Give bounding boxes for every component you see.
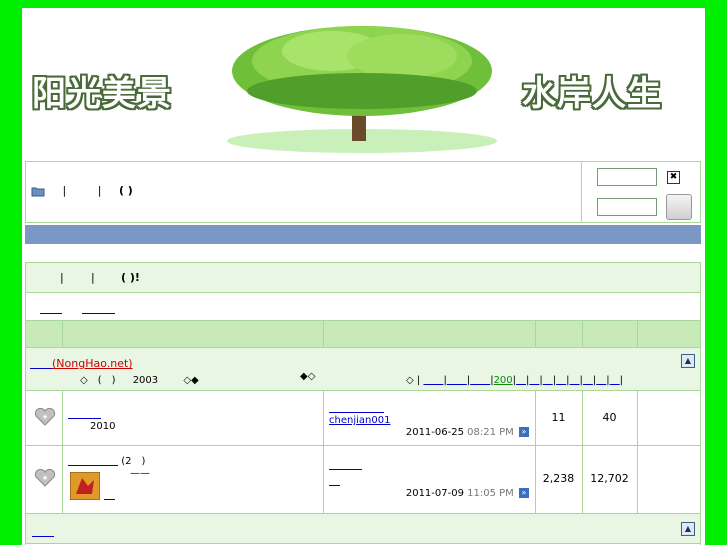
username-field[interactable] — [597, 168, 657, 186]
last-post-time: 2011-07-09 11:05 PM » — [406, 488, 529, 499]
last-post-date: 2011-06-25 — [405, 427, 464, 438]
category-desc-part: ◇◆ — [183, 375, 199, 386]
page-link[interactable] — [596, 375, 606, 386]
post-count: 40 — [602, 411, 617, 424]
svg-text:★: ★ — [42, 474, 48, 482]
separator: | — [62, 184, 67, 197]
page-link[interactable] — [516, 375, 526, 386]
user-bar-links: | | ( ) — [31, 184, 133, 197]
page-link[interactable] — [610, 375, 620, 386]
forum-row: ★ 2010 chenjian001 2011-06-25 08:21 PM »… — [26, 391, 700, 446]
page-link[interactable]: 200 — [494, 375, 513, 386]
topic-count: 11 — [551, 411, 566, 424]
forum-status-icon: ★ — [34, 408, 56, 426]
forum-name-link[interactable] — [68, 456, 118, 467]
page-link[interactable] — [529, 375, 539, 386]
last-post-clock: 08:21 PM — [467, 427, 514, 438]
forum-description: 2010 — [90, 421, 116, 432]
close-icon[interactable]: ✖ — [667, 171, 680, 184]
goto-last-post-icon[interactable]: » — [519, 427, 529, 437]
forum-moderator: —— — [130, 468, 150, 479]
quick-link[interactable] — [40, 300, 62, 316]
folder-icon[interactable] — [31, 185, 45, 197]
banner-title-right: 水岸人生 — [522, 74, 662, 114]
page-link[interactable] — [570, 375, 580, 386]
forum-subcount: (2 ) — [121, 456, 146, 467]
category-row: ▲ — [26, 514, 700, 544]
category-year: 2003 — [132, 375, 159, 386]
separator: | — [91, 271, 95, 284]
page-link[interactable] — [447, 375, 467, 386]
forum-status-icon: ★ — [34, 469, 56, 487]
page-link[interactable] — [583, 375, 593, 386]
forum-list: | | ( )! (NongHao.net) ▲ ◇ ( ) 2003 ◇◆ ◆… — [25, 262, 701, 545]
last-post-date: 2011-07-09 — [405, 488, 464, 499]
password-field[interactable] — [597, 198, 657, 216]
user-bar: | | ( ) ✖ — [25, 161, 701, 223]
page-link[interactable] — [423, 375, 443, 386]
quick-link[interactable] — [82, 300, 115, 316]
page-link[interactable] — [556, 375, 566, 386]
banner-title-left: 阳光美景 — [32, 74, 172, 114]
last-post-user-link[interactable] — [329, 472, 529, 488]
category-link[interactable] — [30, 357, 52, 370]
forum-name-link[interactable] — [68, 407, 101, 420]
separator: | — [60, 271, 64, 284]
navigation-bar — [25, 225, 701, 244]
pager-prefix: ◇ | — [406, 375, 421, 386]
login-area: ✖ — [581, 162, 700, 222]
banner: 阳光美景 水岸人生 — [22, 8, 705, 158]
post-count: 12,702 — [590, 472, 629, 485]
last-post-time: 2011-06-25 08:21 PM » — [406, 427, 529, 438]
subforum-link[interactable] — [104, 488, 115, 501]
last-post-title-link[interactable] — [329, 456, 529, 472]
page-navigation: ◇ | | | |200| | | | | | | | | — [406, 375, 624, 386]
table-header-row — [26, 321, 700, 348]
tree-logo-image — [227, 26, 497, 153]
category-link[interactable] — [32, 523, 54, 539]
links-row — [26, 293, 700, 321]
forum-avatar-image — [70, 472, 100, 500]
goto-last-post-icon[interactable]: » — [519, 488, 529, 498]
forum-row: ★ (2 ) —— 2011-07-09 11:05 PM » 2,238 12… — [26, 446, 700, 514]
login-button[interactable] — [666, 194, 692, 220]
last-post-user-link[interactable]: chenjian001 — [329, 415, 529, 426]
last-post-clock: 11:05 PM — [467, 488, 514, 499]
category-desc-part: ◇ ( ) — [80, 375, 116, 386]
welcome-row: | | ( )! — [26, 263, 700, 293]
site-name-link[interactable]: (NongHao.net) — [52, 357, 133, 370]
collapse-icon[interactable]: ▲ — [681, 522, 695, 536]
category-desc-part: ◆◇ — [300, 371, 316, 382]
page-container: 阳光美景 水岸人生 | | ( ) ✖ | | ()! (NongHao.ne… — [22, 8, 705, 545]
user-bar-paren: ( ) — [118, 184, 133, 197]
category-description: ◇ ( ) 2003 ◇◆ ◆◇ — [80, 371, 315, 386]
welcome-text: ( )! — [121, 271, 140, 284]
svg-text:★: ★ — [42, 413, 48, 421]
last-post-title-link[interactable] — [329, 399, 529, 415]
category-title: (NongHao.net) — [30, 355, 133, 371]
collapse-icon[interactable]: ▲ — [681, 354, 695, 368]
separator: | — [97, 184, 102, 197]
page-link[interactable] — [470, 375, 490, 386]
category-row: (NongHao.net) ▲ ◇ ( ) 2003 ◇◆ ◆◇ ◇ | | |… — [26, 348, 700, 391]
page-link[interactable] — [543, 375, 553, 386]
topic-count: 2,238 — [542, 472, 575, 485]
